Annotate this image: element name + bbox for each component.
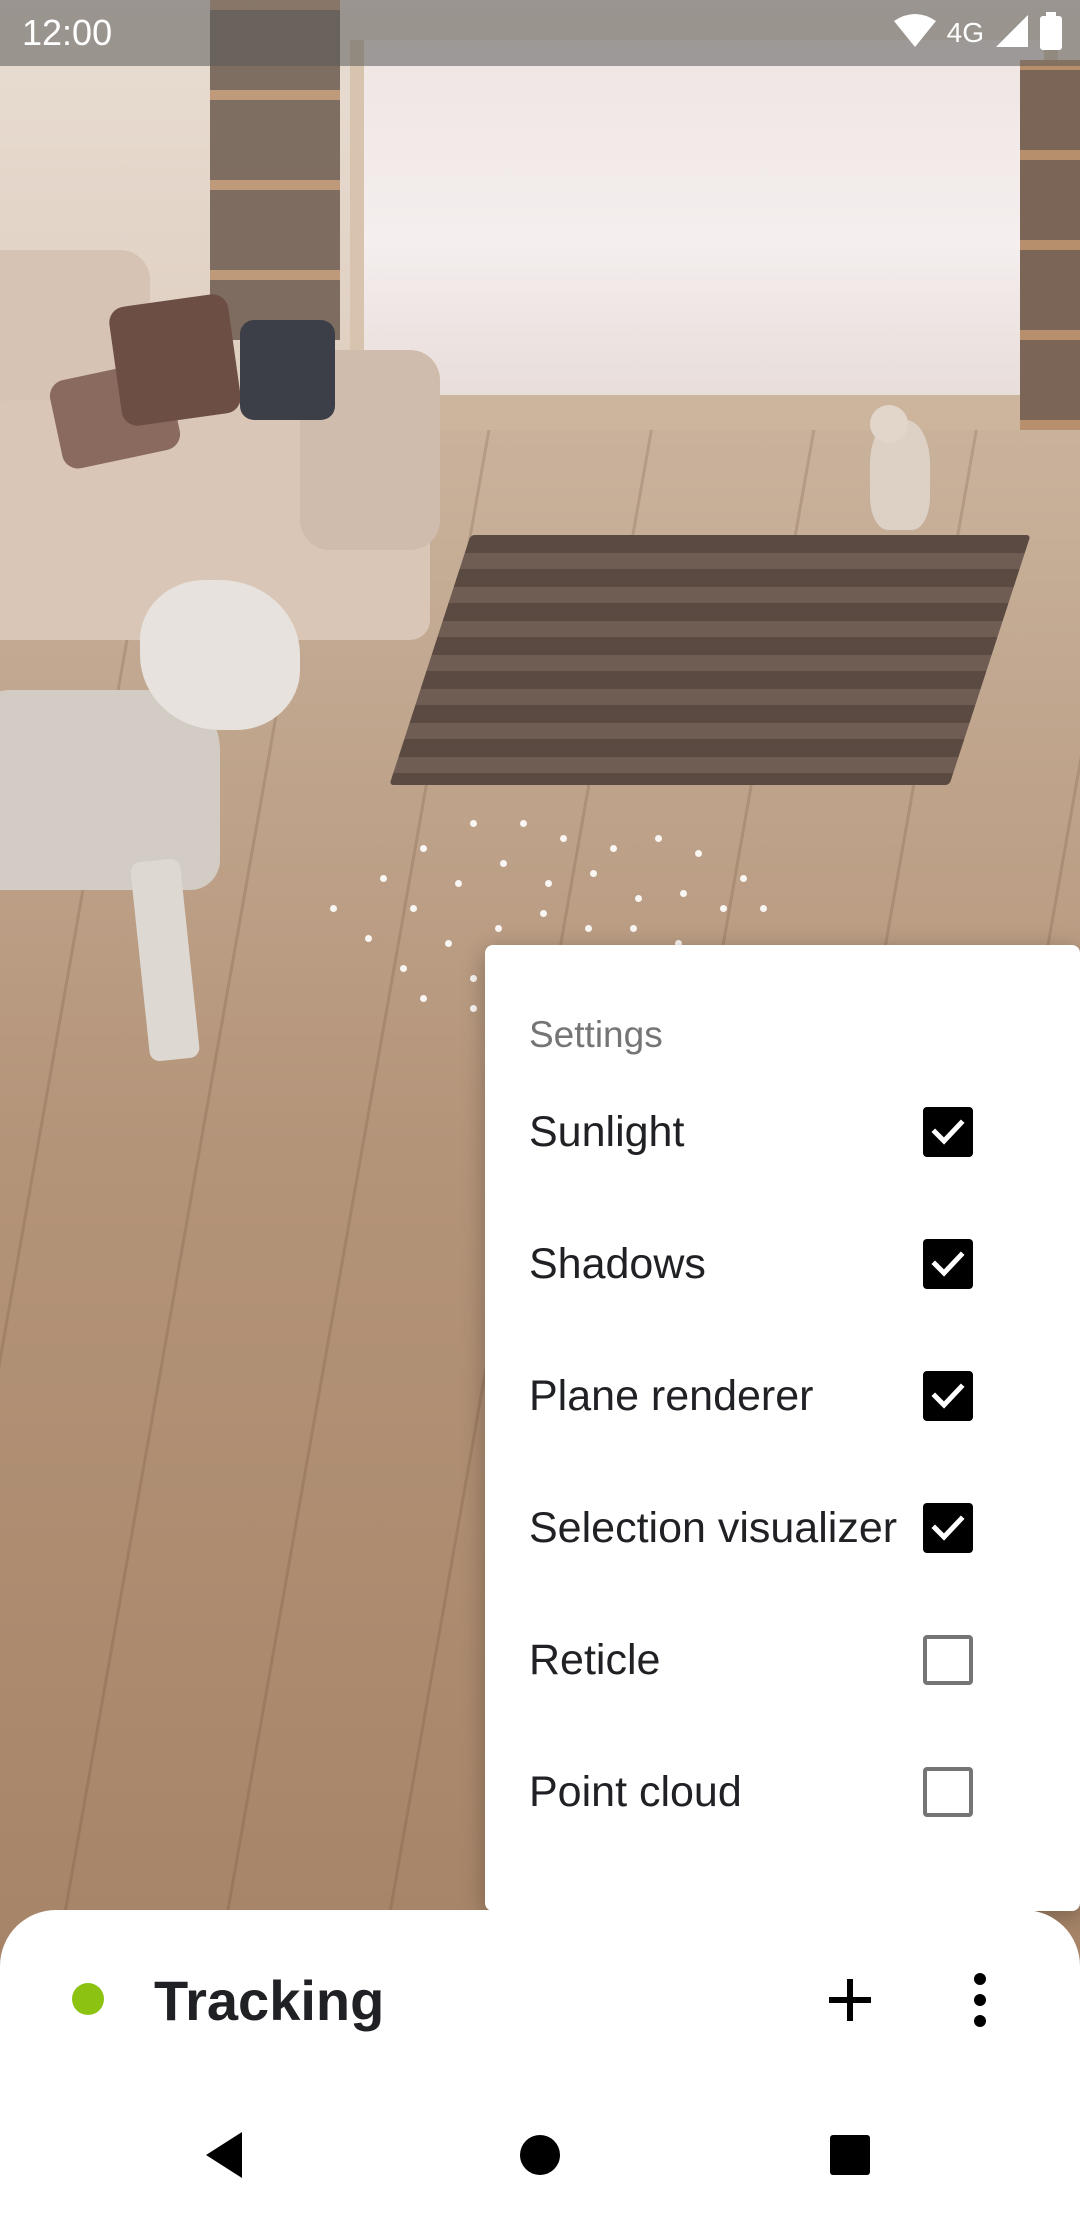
menu-item-label: Plane renderer — [529, 1372, 814, 1420]
status-bar: 12:00 4G — [0, 0, 1080, 66]
plane-point — [445, 940, 452, 947]
plane-point — [495, 925, 502, 932]
plane-point — [545, 880, 552, 887]
cat-model-head — [870, 405, 908, 443]
plane-point — [655, 835, 662, 842]
plane-point — [520, 820, 527, 827]
room-window — [350, 40, 1058, 410]
plane-point — [630, 925, 637, 932]
plane-point — [400, 965, 407, 972]
recents-button[interactable] — [815, 2120, 885, 2190]
plane-point — [420, 995, 427, 1002]
status-time: 12:00 — [22, 12, 113, 53]
menu-item-plane-renderer[interactable]: Plane renderer — [485, 1329, 1080, 1461]
network-type: 4G — [946, 17, 984, 48]
check-icon — [931, 1251, 965, 1277]
plane-point — [680, 890, 687, 897]
tracking-status-label: Tracking — [154, 1969, 385, 2032]
recents-icon — [830, 2135, 870, 2175]
check-icon — [931, 1119, 965, 1145]
add-button[interactable] — [815, 1965, 885, 2035]
plane-point — [330, 905, 337, 912]
back-button[interactable] — [192, 2120, 262, 2190]
plane-point — [560, 835, 567, 842]
menu-item-point-cloud[interactable]: Point cloud — [485, 1725, 1080, 1857]
plane-point — [500, 860, 507, 867]
plane-point — [365, 935, 372, 942]
menu-item-label: Sunlight — [529, 1108, 685, 1156]
floor-rug — [389, 535, 1031, 785]
sofa-pillow — [107, 292, 243, 428]
plane-point — [410, 905, 417, 912]
status-icons: 4G — [893, 11, 1062, 55]
point-cloud-checkbox[interactable] — [923, 1767, 973, 1817]
plane-point — [610, 845, 617, 852]
selection-visualizer-checkbox[interactable] — [923, 1503, 973, 1553]
check-icon — [931, 1383, 965, 1409]
plane-point — [470, 1005, 477, 1012]
menu-item-label: Point cloud — [529, 1768, 742, 1816]
tracking-status-indicator — [72, 1983, 104, 2015]
plane-point — [695, 850, 702, 857]
menu-item-label: Selection visualizer — [529, 1504, 898, 1552]
plane-point — [540, 910, 547, 917]
plane-point — [635, 895, 642, 902]
sofa-pillow — [240, 320, 335, 420]
ar-screen: 12:00 4G Settings Sunlight Shadows Plane… — [0, 0, 1080, 2220]
add-icon — [829, 1979, 871, 2021]
plane-point — [740, 875, 747, 882]
home-icon — [520, 2135, 560, 2175]
settings-menu-title: Settings — [529, 1014, 663, 1055]
plane-point — [720, 905, 727, 912]
check-icon — [931, 1515, 965, 1541]
plane-point — [380, 875, 387, 882]
more-vert-icon — [974, 1973, 986, 2027]
wifi-icon — [893, 13, 937, 54]
more-options-button[interactable] — [950, 1965, 1010, 2035]
sunlight-checkbox[interactable] — [923, 1107, 973, 1157]
menu-item-label: Shadows — [529, 1240, 706, 1288]
menu-item-selection-visualizer[interactable]: Selection visualizer — [485, 1461, 1080, 1593]
navigation-bar — [0, 2090, 1080, 2220]
plane-point — [420, 845, 427, 852]
menu-item-shadows[interactable]: Shadows — [485, 1197, 1080, 1329]
back-icon — [206, 2132, 242, 2178]
plane-point — [590, 870, 597, 877]
dog-model-head — [140, 580, 300, 730]
plane-point — [470, 820, 477, 827]
bookshelf-right — [1020, 60, 1080, 440]
plane-point — [455, 880, 462, 887]
cell-signal-icon — [994, 13, 1030, 54]
menu-item-reticle[interactable]: Reticle — [485, 1593, 1080, 1725]
plane-point — [470, 975, 477, 982]
settings-menu: Settings Sunlight Shadows Plane renderer… — [485, 945, 1080, 1911]
menu-item-label: Reticle — [529, 1636, 661, 1684]
shadows-checkbox[interactable] — [923, 1239, 973, 1289]
plane-point — [585, 925, 592, 932]
battery-icon — [1040, 11, 1062, 55]
reticle-checkbox[interactable] — [923, 1635, 973, 1685]
plane-point — [760, 905, 767, 912]
home-button[interactable] — [505, 2120, 575, 2190]
plane-renderer-checkbox[interactable] — [923, 1371, 973, 1421]
menu-item-sunlight[interactable]: Sunlight — [485, 1065, 1080, 1197]
